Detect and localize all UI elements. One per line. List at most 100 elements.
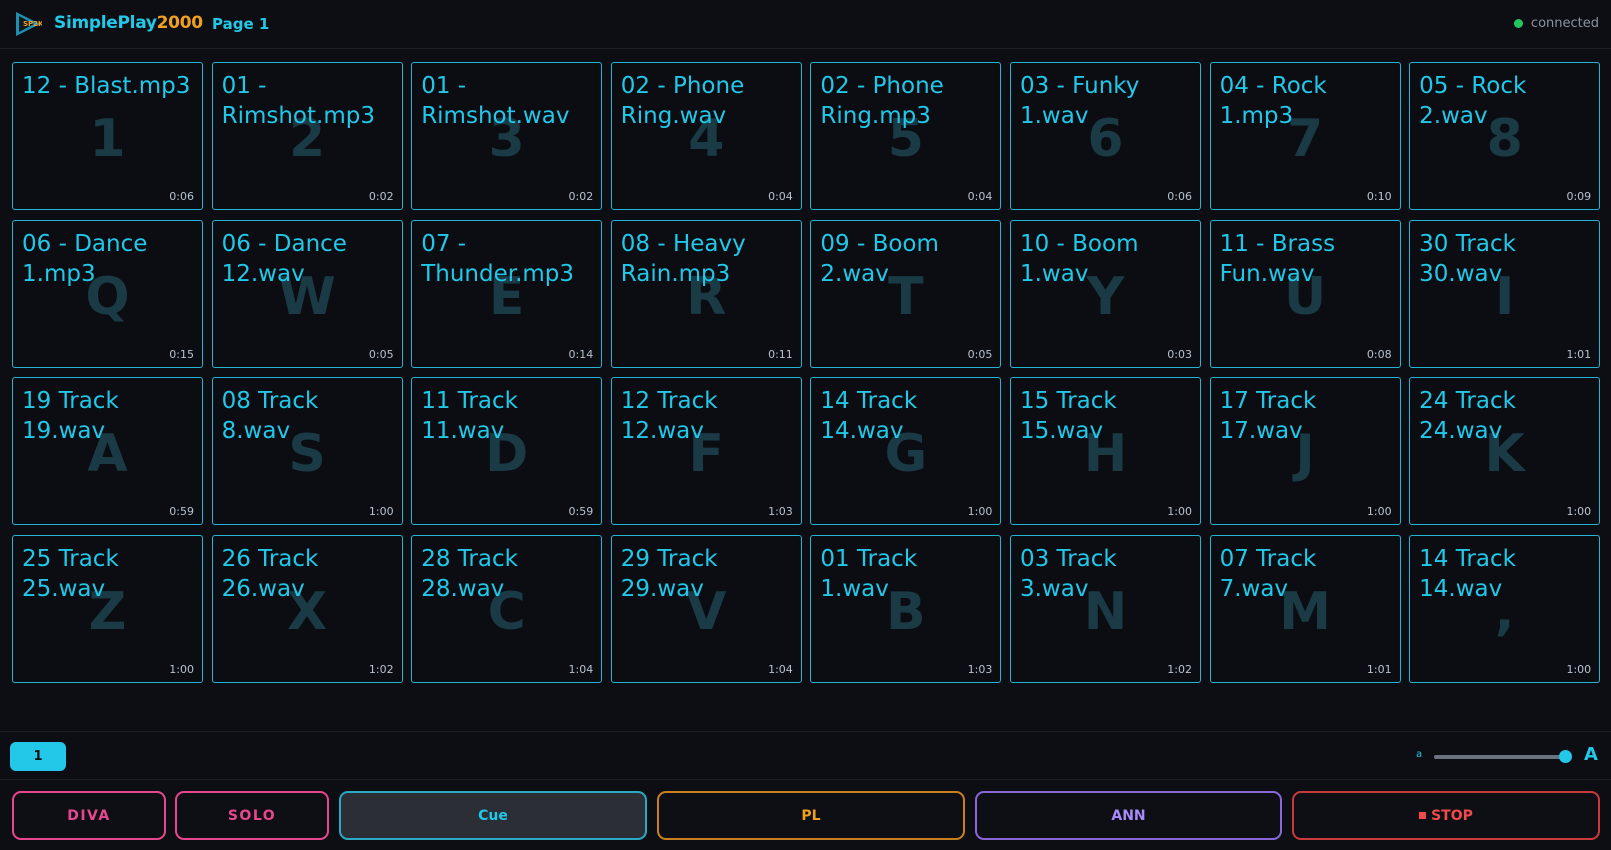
pad-duration: 0:59: [568, 505, 594, 519]
pad-title: 15 Track 15.wav: [1019, 388, 1117, 445]
sound-pad[interactable]: H 15 Track 15.wav 1:00: [1009, 377, 1201, 526]
pad-duration: 1:00: [1566, 662, 1592, 676]
sound-pad[interactable]: Z 25 Track 25.wav 1:00: [12, 534, 203, 683]
stop-button[interactable]: STOP: [1292, 791, 1600, 840]
pad-duration: 1:02: [1167, 662, 1192, 676]
pad-duration: 1:02: [368, 662, 394, 676]
sound-pad[interactable]: U 11 - Brass Fun.wav 0:08: [1209, 219, 1401, 368]
pad-title: 28 Track 28.wav: [421, 545, 518, 602]
size-large-label: A: [1584, 744, 1598, 765]
pad-title: 07 - Thunder.mp3: [421, 230, 575, 287]
sound-pad[interactable]: 1 12 - Blast.mp3 0:06: [12, 62, 203, 210]
page-title: Page 1: [212, 15, 270, 33]
pad-duration: 0:06: [169, 190, 194, 203]
status-text: connected: [1530, 16, 1599, 31]
sound-pad[interactable]: R 08 - Heavy Rain.mp3 0:11: [610, 219, 802, 368]
ann-button[interactable]: ANN: [975, 791, 1282, 840]
pad-duration: 0:15: [169, 347, 194, 361]
app-title: SimplePlay2000: [54, 13, 203, 33]
pad-title: 11 Track 11.wav: [421, 388, 518, 445]
pad-duration: 1:00: [967, 505, 993, 519]
diva-button[interactable]: DIVA: [12, 791, 166, 840]
pad-duration: 0:05: [967, 347, 993, 361]
pad-title: 02 - Phone Ring.wav: [620, 73, 745, 129]
sound-pad[interactable]: 6 03 - Funky 1.wav 0:06: [1009, 62, 1201, 210]
pad-duration: 0:59: [169, 505, 194, 519]
sound-pad[interactable]: Q 06 - Dance 1.mp3 0:15: [12, 219, 203, 368]
pad-title: 24 Track 24.wav: [1419, 388, 1516, 445]
pad-title: 10 - Boom 1.wav: [1019, 230, 1139, 287]
pad-duration: 0:14: [568, 347, 594, 361]
pad-title: 01 - Rimshot.mp3: [221, 73, 375, 129]
pad-title: 08 Track 8.wav: [221, 388, 319, 445]
sound-pad[interactable]: E 07 - Thunder.mp3 0:14: [411, 219, 603, 368]
page-1-button[interactable]: 1: [10, 742, 66, 771]
app-title-part2: 2000: [156, 13, 203, 33]
sound-pad[interactable]: D 11 Track 11.wav 0:59: [411, 377, 603, 526]
sound-pad[interactable]: , 14 Track 14.wav 1:00: [1409, 534, 1601, 683]
sound-pad[interactable]: K 24 Track 24.wav 1:00: [1409, 377, 1601, 526]
stop-label: STOP: [1431, 807, 1473, 824]
pad-duration: 1:04: [768, 662, 793, 676]
pad-duration: 1:00: [1366, 505, 1392, 519]
sound-pad[interactable]: B 01 Track 1.wav 1:03: [810, 534, 1002, 683]
sound-pad[interactable]: J 17 Track 17.wav 1:00: [1209, 377, 1401, 526]
pad-duration: 1:03: [967, 662, 993, 676]
app-title-part1: SimplePlay: [54, 13, 157, 33]
pad-duration: 0:11: [768, 347, 793, 361]
pad-title: 17 Track 17.wav: [1219, 388, 1317, 445]
pad-title: 03 - Funky 1.wav: [1019, 73, 1140, 129]
pad-title: 02 - Phone Ring.mp3: [820, 73, 944, 129]
pad-title: 26 Track 26.wav: [221, 545, 319, 602]
pad-title: 03 Track 3.wav: [1019, 545, 1117, 602]
status-dot-icon: [1513, 19, 1523, 28]
pl-button[interactable]: PL: [657, 791, 965, 840]
sound-pad[interactable]: 5 02 - Phone Ring.mp3 0:04: [810, 62, 1002, 210]
sound-pad[interactable]: N 03 Track 3.wav 1:02: [1009, 534, 1201, 683]
pad-duration: 0:02: [368, 190, 394, 203]
sound-pad[interactable]: A 19 Track 19.wav 0:59: [12, 377, 203, 526]
pad-duration: 0:02: [568, 190, 594, 203]
pad-duration: 0:08: [1366, 347, 1392, 361]
sound-pad[interactable]: F 12 Track 12.wav 1:03: [610, 377, 802, 526]
pad-title: 05 - Rock 2.wav: [1419, 73, 1527, 129]
sound-pad[interactable]: 4 02 - Phone Ring.wav 0:04: [610, 62, 802, 210]
pad-title: 08 - Heavy Rain.mp3: [620, 230, 746, 287]
pad-duration: 0:06: [1167, 190, 1192, 203]
sound-pad[interactable]: S 08 Track 8.wav 1:00: [211, 377, 403, 526]
sound-pad[interactable]: Y 10 - Boom 1.wav 0:03: [1009, 219, 1201, 368]
sound-pad[interactable]: G 14 Track 14.wav 1:00: [810, 377, 1002, 526]
pad-duration: 1:01: [1366, 662, 1392, 676]
pad-title: 12 - Blast.mp3: [22, 73, 191, 99]
pad-title: 30 Track 30.wav: [1419, 230, 1516, 287]
app-header: SP2K SimplePlay2000 Page 1 connected: [0, 0, 1611, 49]
sound-pad[interactable]: 3 01 - Rimshot.wav 0:02: [411, 62, 603, 210]
pad-title: 12 Track 12.wav: [620, 388, 718, 445]
sound-pad[interactable]: W 06 - Dance 12.wav 0:05: [211, 219, 403, 368]
cue-button[interactable]: Cue: [339, 791, 647, 840]
size-slider-thumb[interactable]: [1558, 750, 1572, 763]
pad-title: 01 Track 1.wav: [820, 545, 918, 602]
sound-pad[interactable]: 2 01 - Rimshot.mp3 0:02: [211, 62, 403, 210]
sound-pad[interactable]: I 30 Track 30.wav 1:01: [1409, 219, 1601, 368]
sound-pad[interactable]: M 07 Track 7.wav 1:01: [1209, 534, 1401, 683]
sound-pad[interactable]: C 28 Track 28.wav 1:04: [411, 534, 603, 683]
solo-button[interactable]: SOLO: [175, 791, 329, 840]
size-slider[interactable]: [1434, 750, 1572, 763]
pad-title: 25 Track 25.wav: [22, 545, 119, 602]
sound-pad[interactable]: X 26 Track 26.wav 1:02: [211, 534, 403, 683]
pad-duration: 1:00: [1167, 505, 1192, 519]
sound-pad[interactable]: 8 05 - Rock 2.wav 0:09: [1409, 62, 1601, 210]
size-slider-fill: [1434, 755, 1565, 759]
pad-duration: 1:00: [169, 662, 194, 676]
sound-pad[interactable]: T 09 - Boom 2.wav 0:05: [810, 219, 1002, 368]
pad-grid: 1 12 - Blast.mp3 0:06 2 01 - Rimshot.mp3 0:02…: [12, 62, 1601, 683]
pad-title: 04 - Rock 1.mp3: [1219, 73, 1327, 129]
pad-duration: 0:04: [967, 190, 993, 203]
logo-text: SP2K: [23, 20, 42, 28]
pad-duration: 0:09: [1566, 190, 1592, 203]
sound-pad[interactable]: 7 04 - Rock 1.mp3 0:10: [1209, 62, 1401, 210]
pad-hotkey: 1: [89, 109, 126, 169]
pad-title: 11 - Brass Fun.wav: [1219, 230, 1336, 287]
sound-pad[interactable]: V 29 Track 29.wav 1:04: [610, 534, 802, 683]
